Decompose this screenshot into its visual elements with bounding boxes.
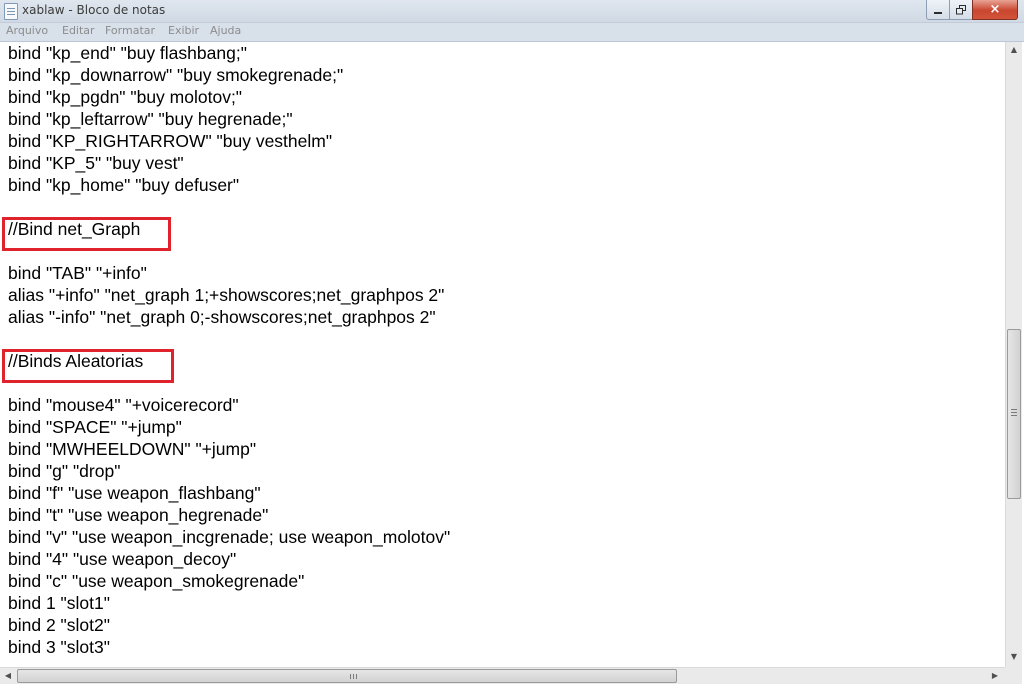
editor-line: bind "kp_leftarrow" "buy hegrenade;" <box>8 109 293 129</box>
editor-line: bind "kp_home" "buy defuser" <box>8 175 240 195</box>
menu-editar[interactable]: Editar <box>62 24 95 37</box>
notepad-icon <box>4 3 18 20</box>
editor-line: bind "g" "drop" <box>8 461 121 481</box>
editor-line: bind "f" "use weapon_flashbang" <box>8 483 261 503</box>
editor-line: bind "SPACE" "+jump" <box>8 417 182 437</box>
restore-button[interactable] <box>949 0 973 20</box>
scroll-down-arrow-icon[interactable]: ▼ <box>1006 652 1022 661</box>
editor-line: bind "c" "use weapon_smokegrenade" <box>8 571 305 591</box>
editor-line: bind "4" "use weapon_decoy" <box>8 549 237 569</box>
scrollbar-corner <box>1005 667 1022 684</box>
horizontal-scrollbar[interactable]: ◀ ▶ <box>0 667 1005 684</box>
highlight-box-binds-aleatorias <box>2 349 174 383</box>
editor-line: bind "MWHEELDOWN" "+jump" <box>8 439 257 459</box>
vertical-scroll-thumb[interactable] <box>1007 329 1021 499</box>
menu-bar: Arquivo Editar Formatar Exibir Ajuda <box>0 23 1024 42</box>
menu-formatar[interactable]: Formatar <box>105 24 155 37</box>
close-button[interactable]: × <box>972 0 1018 20</box>
vertical-scrollbar[interactable]: ▲ ▼ <box>1005 42 1022 667</box>
editor-line: bind "TAB" "+info" <box>8 263 147 283</box>
editor-line: bind 2 "slot2" <box>8 615 110 635</box>
close-icon: × <box>989 2 1001 17</box>
highlight-box-net-graph <box>2 217 171 251</box>
text-editor[interactable]: bind "kp_end" "buy flashbang;" bind "kp_… <box>0 42 1005 667</box>
title-bar[interactable]: xablaw - Bloco de notas × <box>0 0 1024 23</box>
scroll-right-arrow-icon[interactable]: ▶ <box>990 671 1000 680</box>
menu-ajuda[interactable]: Ajuda <box>210 24 241 37</box>
editor-line: bind 3 "slot3" <box>8 637 110 657</box>
restore-icon <box>955 4 966 14</box>
editor-line: bind "kp_downarrow" "buy smokegrenade;" <box>8 65 344 85</box>
horizontal-scroll-thumb[interactable] <box>17 669 677 683</box>
editor-line: alias "+info" "net_graph 1;+showscores;n… <box>8 285 445 305</box>
menu-exibir[interactable]: Exibir <box>168 24 199 37</box>
scroll-left-arrow-icon[interactable]: ◀ <box>3 671 13 680</box>
menu-arquivo[interactable]: Arquivo <box>6 24 48 37</box>
editor-line: bind "KP_RIGHTARROW" "buy vesthelm" <box>8 131 333 151</box>
editor-line: bind "KP_5" "buy vest" <box>8 153 184 173</box>
editor-line: bind "v" "use weapon_incgrenade; use wea… <box>8 527 451 547</box>
editor-line: bind "kp_end" "buy flashbang;" <box>8 43 247 63</box>
minimize-button[interactable] <box>926 0 950 20</box>
editor-line: alias "-info" "net_graph 0;-showscores;n… <box>8 307 436 327</box>
minimize-icon <box>934 11 942 14</box>
window-title: xablaw - Bloco de notas <box>22 3 166 17</box>
editor-line: bind 1 "slot1" <box>8 593 110 613</box>
editor-line: bind "t" "use weapon_hegrenade" <box>8 505 269 525</box>
scroll-up-arrow-icon[interactable]: ▲ <box>1006 45 1022 54</box>
editor-line: bind "kp_pgdn" "buy molotov;" <box>8 87 243 107</box>
editor-line: bind "mouse4" "+voicerecord" <box>8 395 239 415</box>
